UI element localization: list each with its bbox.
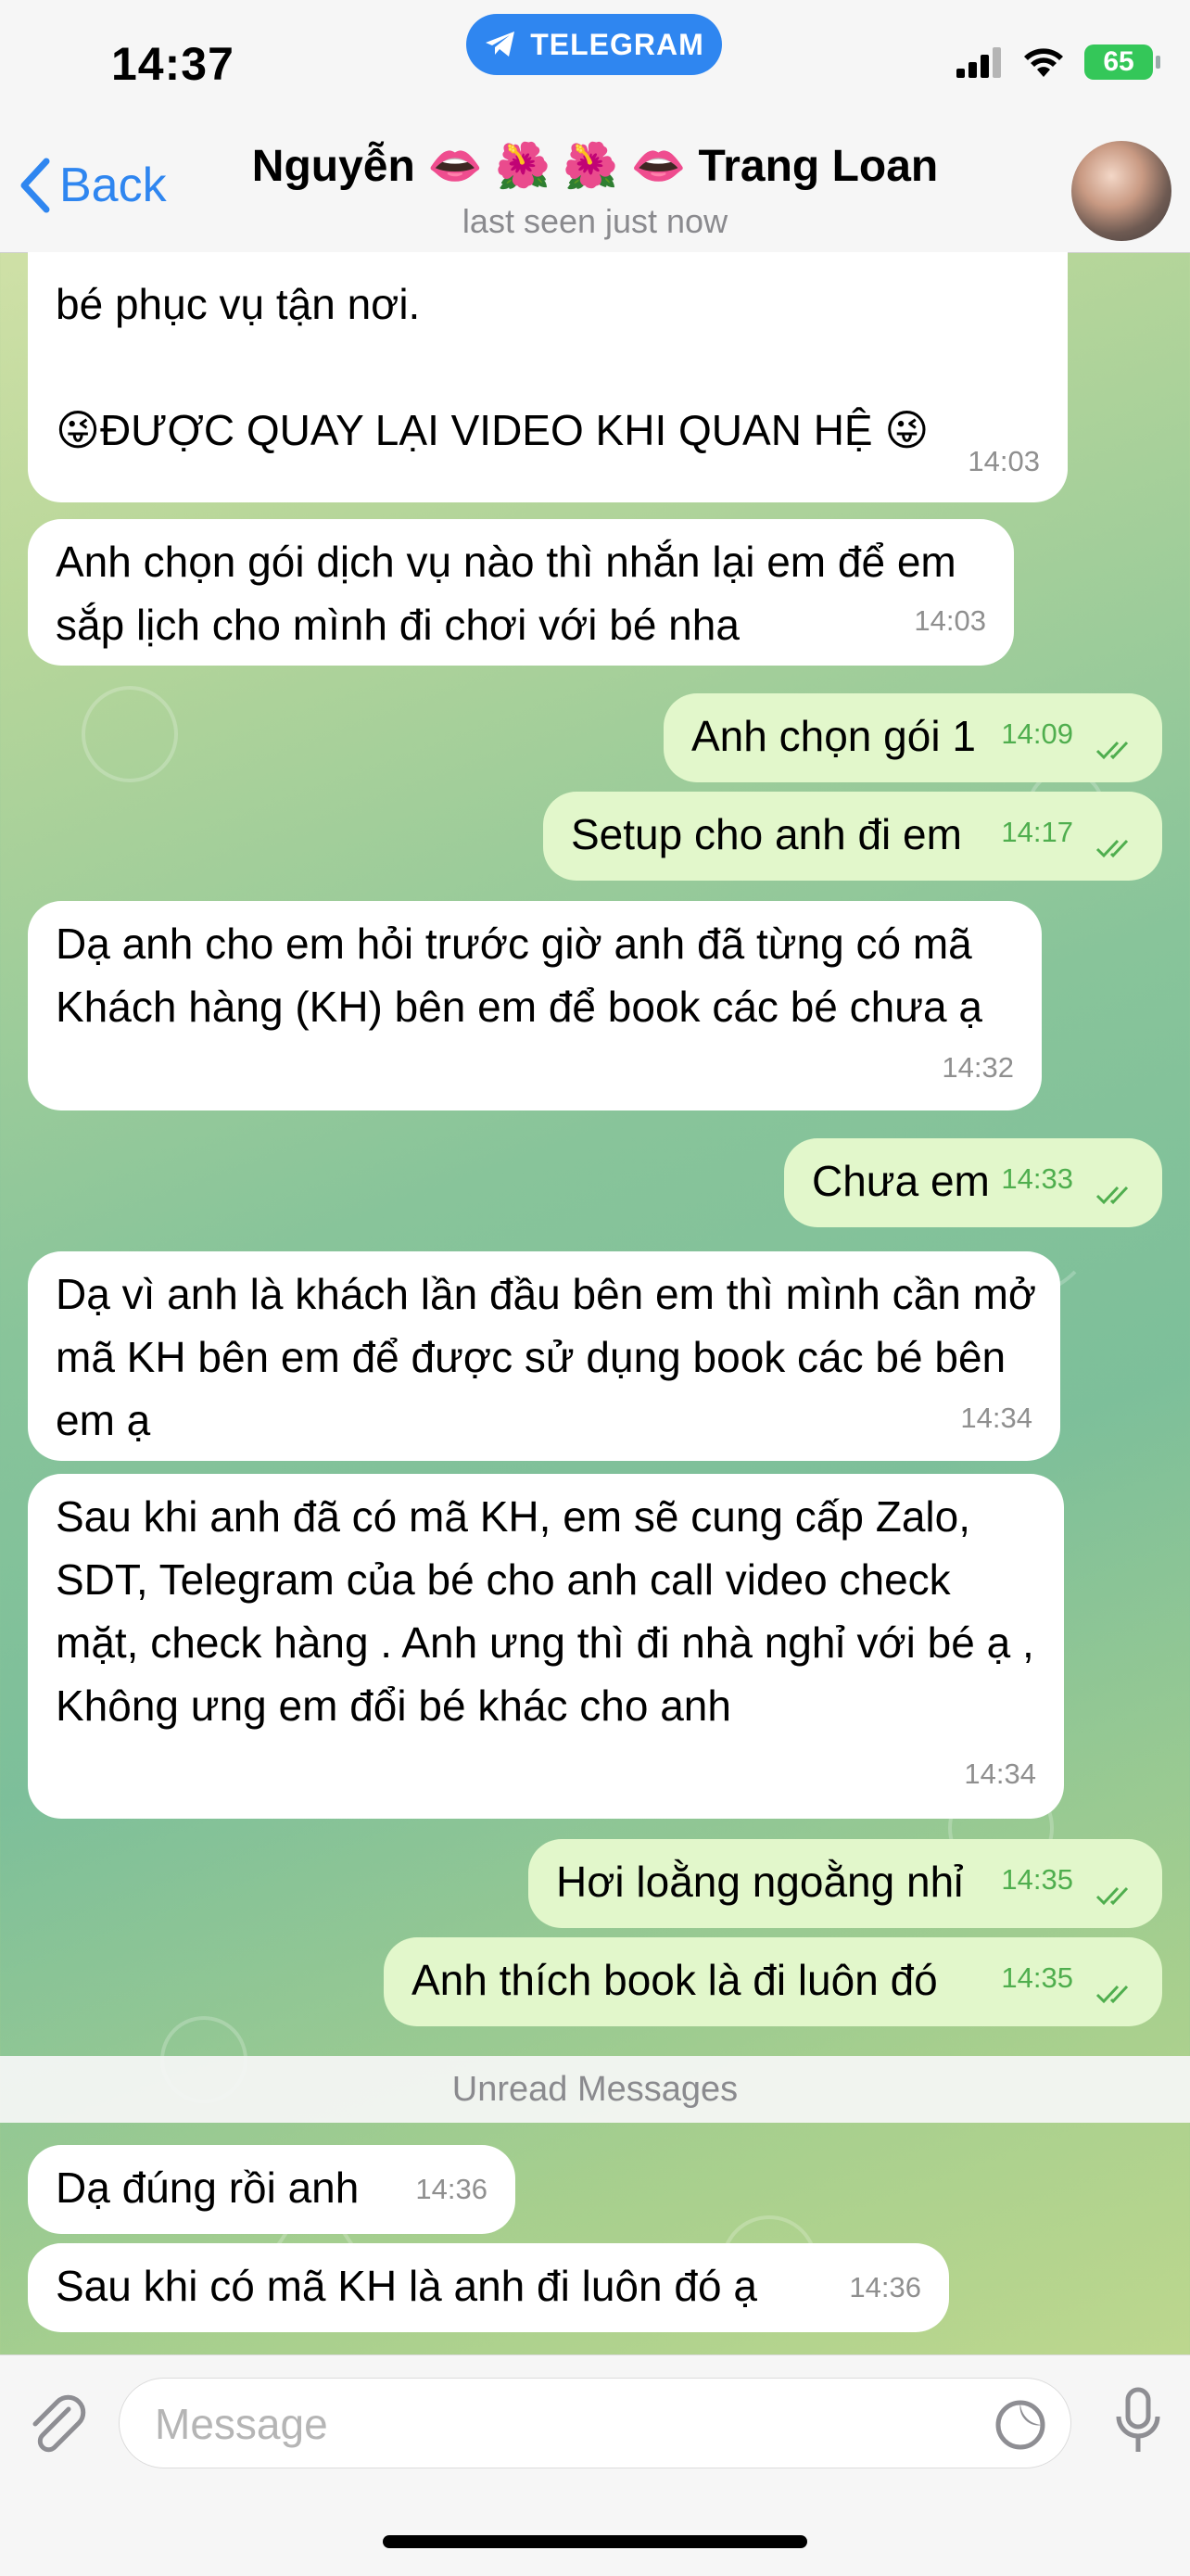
microphone-button[interactable]	[1114, 2387, 1162, 2460]
message-bubble-out[interactable]: Anh thích book là đi luôn đó 14:35	[384, 1937, 1162, 2026]
message-time: 14:33	[1001, 1162, 1073, 1195]
signal-icon	[956, 47, 1001, 78]
message-time: 14:35	[1001, 1863, 1073, 1896]
message-bubble-out[interactable]: Setup cho anh đi em 14:17	[543, 792, 1162, 881]
chevron-left-icon	[20, 158, 50, 213]
message-text: Chưa em	[812, 1157, 990, 1205]
message-text: Anh chọn gói dịch vụ nào thì nhắn lại em…	[56, 538, 956, 649]
message-time: 14:03	[914, 604, 986, 637]
last-seen-status: last seen just now	[462, 202, 728, 240]
message-time: 14:17	[1001, 816, 1073, 848]
chat-title[interactable]: Nguyễn 👄 🌺 🌺 👄 Trang Loan	[0, 139, 1190, 192]
telegram-pill[interactable]: TELEGRAM	[466, 14, 722, 75]
message-time: 14:34	[960, 1402, 1032, 1434]
status-time: 14:37	[111, 38, 234, 90]
message-text: bé phục vụ tận nơi.	[56, 280, 421, 328]
message-bubble-in[interactable]: Sau khi anh đã có mã KH, em sẽ cung cấp …	[28, 1474, 1064, 1819]
double-check-icon	[1095, 1186, 1129, 1205]
message-bubble-out[interactable]: Anh chọn gói 1 14:09	[664, 693, 1162, 782]
message-bubble-in[interactable]: Sau khi có mã KH là anh đi luôn đó ạ 14:…	[28, 2243, 949, 2332]
message-text: Dạ vì anh là khách lần đầu bên em thì mì…	[56, 1270, 1037, 1444]
battery-icon: 65	[1084, 44, 1160, 80]
message-bubble-out[interactable]: Chưa em 14:33	[784, 1138, 1162, 1227]
message-time: 14:36	[849, 2271, 921, 2303]
message-field[interactable]	[119, 2378, 1071, 2469]
double-check-icon	[1095, 741, 1129, 760]
telegram-icon	[486, 32, 515, 57]
back-label: Back	[59, 159, 167, 212]
chat-header: Nguyễn 👄 🌺 🌺 👄 Trang Loan last seen just…	[0, 139, 1190, 253]
double-check-icon	[1095, 839, 1129, 858]
message-time: 14:03	[968, 445, 1040, 477]
back-button[interactable]: Back	[19, 158, 167, 213]
message-time: 14:34	[964, 1758, 1036, 1790]
battery-level: 65	[1103, 46, 1134, 77]
double-check-icon	[1095, 1886, 1129, 1906]
avatar[interactable]	[1071, 141, 1171, 241]
microphone-icon	[1116, 2387, 1160, 2452]
message-bubble-out[interactable]: Hơi loằng ngoằng nhỉ 14:35	[528, 1839, 1162, 1928]
unread-messages-divider: Unread Messages	[0, 2056, 1190, 2123]
message-bubble-in[interactable]: Dạ anh cho em hỏi trước giờ anh đã từng …	[28, 901, 1042, 1110]
message-bubble-in[interactable]: bé phục vụ tận nơi. 😜ĐƯỢC QUAY LẠI VIDEO…	[28, 252, 1068, 502]
message-bubble-in[interactable]: Dạ vì anh là khách lần đầu bên em thì mì…	[28, 1251, 1060, 1461]
message-time: 14:09	[1001, 717, 1073, 750]
double-check-icon	[1095, 1985, 1129, 2004]
sticker-icon	[995, 2400, 1045, 2450]
message-input[interactable]	[153, 2379, 972, 2469]
message-bubble-in[interactable]: Dạ đúng rồi anh 14:36	[28, 2145, 515, 2234]
message-bubble-in[interactable]: Anh chọn gói dịch vụ nào thì nhắn lại em…	[28, 519, 1014, 666]
telegram-pill-label: TELEGRAM	[530, 27, 704, 61]
status-icons: 65	[956, 44, 1160, 80]
home-indicator[interactable]	[383, 2535, 807, 2548]
sticker-button[interactable]	[994, 2399, 1046, 2455]
message-time: 14:32	[942, 1051, 1014, 1084]
attach-button[interactable]	[26, 2391, 89, 2462]
status-bar: 14:37 TELEGRAM 65	[0, 0, 1190, 139]
paperclip-icon	[32, 2394, 86, 2453]
chat-area[interactable]: bé phục vụ tận nơi. 😜ĐƯỢC QUAY LẠI VIDEO…	[0, 252, 1190, 2354]
message-text: Sau khi anh đã có mã KH, em sẽ cung cấp …	[56, 1492, 1034, 1730]
message-time: 14:35	[1001, 1961, 1073, 1994]
message-time: 14:36	[415, 2173, 487, 2205]
message-text: Dạ anh cho em hỏi trước giờ anh đã từng …	[56, 920, 982, 1031]
message-text: Sau khi có mã KH là anh đi luôn đó ạ	[56, 2262, 757, 2310]
wifi-icon	[1024, 48, 1063, 77]
message-text: 😜ĐƯỢC QUAY LẠI VIDEO KHI QUAN HỆ 😜	[56, 406, 930, 454]
